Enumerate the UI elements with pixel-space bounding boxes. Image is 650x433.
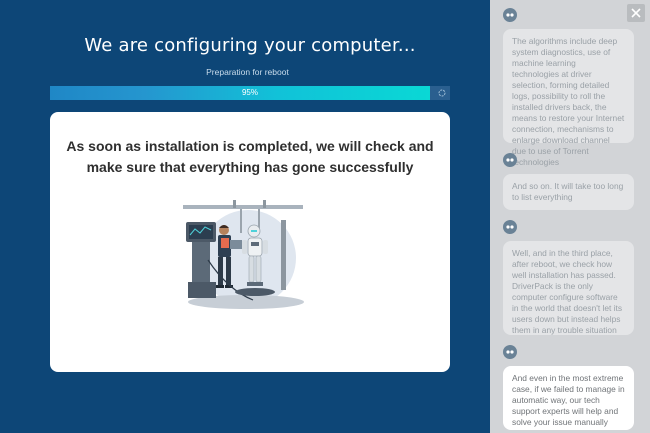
page-title: We are configuring your computer... (84, 35, 416, 56)
chat-message: And so on. It will take too long to list… (503, 174, 634, 210)
close-button[interactable] (627, 4, 645, 22)
chat-message: The algorithms include deep system diagn… (503, 29, 634, 167)
bot-avatar-icon (503, 153, 517, 167)
bot-avatar-icon (503, 220, 517, 234)
close-icon (631, 8, 641, 18)
progress-bar: 95% (50, 86, 450, 100)
info-card: As soon as installation is completed, we… (50, 112, 450, 372)
bot-avatar-icon (503, 345, 517, 359)
bot-avatar-icon (503, 8, 517, 22)
main-area: We are configuring your computer... Prep… (0, 0, 490, 433)
engineer-robot-illustration (183, 200, 304, 309)
chat-message: And even in the most extreme case, if we… (503, 366, 634, 430)
status-subtitle: Preparation for reboot (206, 67, 289, 77)
chat-message: Well, and in the third place, after rebo… (503, 241, 634, 335)
card-message: As soon as installation is completed, we… (66, 138, 434, 175)
spinner-icon (438, 89, 446, 97)
progress-percent: 95% (241, 88, 258, 97)
